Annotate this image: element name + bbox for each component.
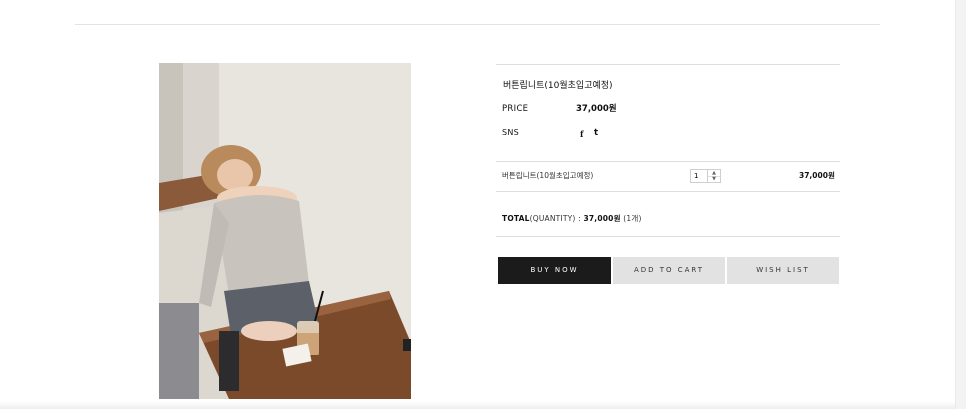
option-price: 37,000원 bbox=[799, 171, 835, 180]
page-scrollbar[interactable] bbox=[955, 0, 966, 409]
quantity-down-button[interactable]: ▼ bbox=[707, 176, 720, 182]
price-value: 37,000원 bbox=[576, 104, 617, 114]
sns-label: SNS bbox=[502, 128, 520, 137]
wish-list-button[interactable]: WISH LIST bbox=[727, 257, 839, 284]
add-to-cart-button[interactable]: ADD TO CART bbox=[613, 257, 725, 284]
bottom-shadow bbox=[0, 401, 956, 409]
price-label: PRICE bbox=[502, 104, 529, 114]
product-image[interactable] bbox=[159, 63, 411, 399]
option-name: 버튼립니트(10월초입고예정) bbox=[502, 171, 594, 180]
header-divider bbox=[75, 24, 880, 25]
total-bottom-divider bbox=[496, 236, 840, 237]
product-name: 버튼립니트(10월초입고예정) bbox=[503, 81, 613, 91]
buy-now-button[interactable]: BUY NOW bbox=[498, 257, 611, 284]
twitter-icon[interactable]: t bbox=[594, 129, 598, 138]
total-amount: 37,000원 bbox=[583, 214, 621, 223]
product-photo-illustration bbox=[159, 63, 411, 399]
total-label: TOTAL bbox=[502, 214, 530, 223]
total-quantity-label: (QUANTITY) : bbox=[529, 214, 584, 223]
total-summary: TOTAL(QUANTITY) : 37,000원 (1개) bbox=[502, 215, 642, 223]
facebook-icon[interactable]: f bbox=[580, 130, 583, 138]
quantity-stepper[interactable]: ▲ ▼ bbox=[690, 169, 721, 183]
total-count: (1개) bbox=[620, 214, 642, 223]
option-bottom-divider bbox=[496, 191, 840, 192]
info-top-divider bbox=[496, 64, 840, 65]
option-top-divider bbox=[496, 161, 840, 162]
